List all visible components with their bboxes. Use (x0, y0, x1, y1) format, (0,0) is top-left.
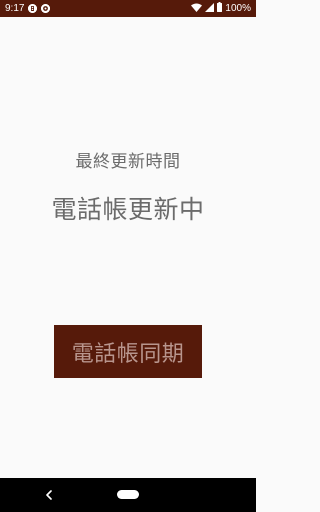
b-badge-icon (28, 4, 38, 13)
last-updated-label: 最終更新時間 (75, 152, 181, 172)
battery-icon (217, 2, 223, 15)
navigation-bar (0, 478, 256, 512)
status-right-group: 100% (191, 0, 251, 17)
battery-percent: 100% (225, 3, 251, 14)
settings-badge-icon (41, 4, 51, 13)
phonebook-updating-status: 電話帳更新中 (51, 195, 205, 224)
back-icon[interactable] (42, 487, 56, 503)
status-bar: 9:17 100% (0, 0, 256, 17)
sync-button-label: 電話帳同期 (71, 341, 185, 367)
status-left-group: 9:17 (5, 0, 51, 17)
cell-signal-icon (205, 2, 215, 15)
home-pill-icon[interactable] (117, 490, 139, 499)
phonebook-sync-button[interactable]: 電話帳同期 (54, 325, 202, 378)
app-screen: 9:17 100% 最終更新時間 電話帳更新中 電話帳同期 (0, 0, 256, 512)
status-time: 9:17 (5, 3, 25, 14)
wifi-icon (191, 3, 203, 15)
